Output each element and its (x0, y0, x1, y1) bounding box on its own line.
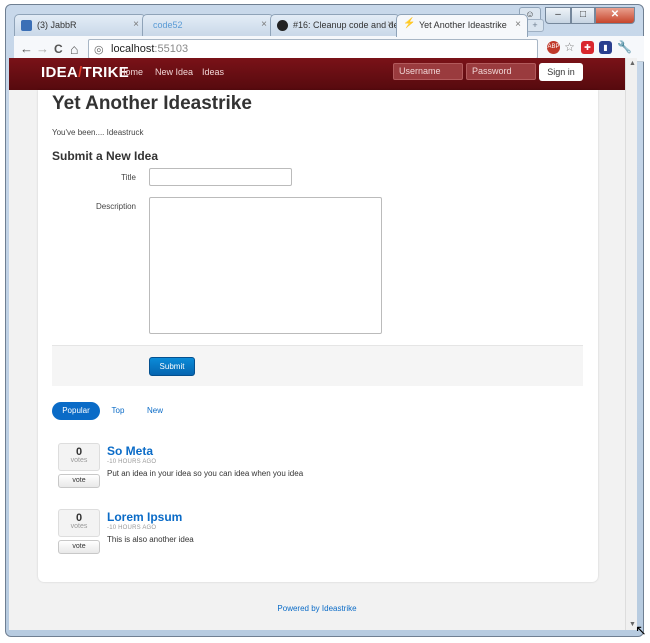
form-heading: Submit a New Idea (52, 149, 159, 163)
page-viewport: IDEA/TRIKE Home New Idea Ideas Username … (9, 58, 625, 630)
tab-jabbr[interactable]: (3) JabbR × (14, 14, 146, 36)
ideastrike-favicon-icon: ⚡ (403, 18, 416, 29)
username-input[interactable]: Username (393, 63, 463, 80)
idea-description: This is also another idea (107, 535, 194, 544)
close-tab-icon[interactable]: × (261, 19, 267, 30)
idea-timestamp: -10 HOURS AGO (107, 459, 157, 465)
address-bar[interactable]: ◎ localhost:55103 (88, 39, 538, 59)
nav-link-home[interactable]: Home (119, 67, 143, 77)
idea-title-link[interactable]: So Meta (107, 444, 153, 458)
site-navbar: IDEA/TRIKE Home New Idea Ideas Username … (9, 58, 625, 90)
footer-link[interactable]: Powered by Ideastrike (9, 604, 625, 613)
vote-button[interactable]: vote (58, 540, 100, 554)
title-input[interactable] (149, 168, 292, 186)
filter-new[interactable]: New (143, 402, 167, 420)
nav-link-ideas[interactable]: Ideas (202, 67, 224, 77)
filter-top[interactable]: Top (108, 402, 128, 420)
tab-ideastrike[interactable]: ⚡ Yet Another Ideastrike × (396, 14, 528, 37)
maximize-button[interactable]: □ (571, 7, 595, 24)
form-actions: Submit (52, 345, 583, 386)
url-port: :55103 (154, 43, 189, 55)
description-textarea[interactable] (149, 197, 382, 334)
tagline: You've been.... Ideastruck (52, 128, 144, 137)
description-label: Description (95, 202, 136, 211)
idea-title-link[interactable]: Lorem Ipsum (107, 510, 182, 524)
vote-count-box: 0 votes (58, 443, 100, 471)
tab-title: Yet Another Ideastrike (419, 20, 507, 30)
tab-code52[interactable]: code52 × (142, 14, 274, 36)
github-favicon-icon (277, 20, 288, 31)
nav-link-new-idea[interactable]: New Idea (155, 67, 193, 77)
url-host: localhost (111, 43, 155, 55)
idea-item: 0 votes vote Lorem Ipsum -10 HOURS AGO T… (58, 509, 558, 569)
vote-count-box: 0 votes (58, 509, 100, 537)
page-scrollbar[interactable]: ▲ ▼ (625, 58, 637, 630)
title-label: Title (121, 173, 136, 182)
vote-button[interactable]: vote (58, 474, 100, 488)
new-tab-button[interactable]: + (526, 19, 544, 32)
mouse-cursor-icon: ↖ (635, 622, 647, 638)
close-tab-icon[interactable]: × (515, 19, 521, 30)
star-icon[interactable]: ☆ (563, 41, 576, 54)
tab-strip: (3) JabbR × code52 × #16: Cleanup code a… (14, 14, 534, 37)
sign-in-button[interactable]: Sign in (539, 63, 583, 81)
browser-window: ☺ – □ ✕ (3) JabbR × code52 × #16: Cleanu… (5, 4, 644, 637)
home-icon[interactable]: ⌂ (70, 41, 78, 57)
page-title: Yet Another Ideastrike (52, 93, 252, 114)
red-ext-icon[interactable]: ✚ (581, 41, 594, 54)
wrench-icon[interactable]: 🔧 (617, 41, 632, 54)
close-tab-icon[interactable]: × (387, 19, 393, 30)
idea-description: Put an idea in your idea so you can idea… (107, 469, 304, 478)
tab-title: code52 (153, 20, 183, 30)
abp-icon[interactable]: ABP (547, 41, 560, 54)
idea-item: 0 votes vote So Meta -10 HOURS AGO Put a… (58, 443, 558, 503)
scroll-up-icon[interactable]: ▲ (629, 60, 636, 67)
tab-title: #16: Cleanup code and dele (293, 20, 400, 30)
idea-timestamp: -10 HOURS AGO (107, 525, 157, 531)
page-info-icon[interactable]: ◎ (94, 43, 104, 56)
minimize-button[interactable]: – (545, 7, 571, 24)
tab-github-issue[interactable]: #16: Cleanup code and dele × (270, 14, 400, 36)
filter-popular[interactable]: Popular (52, 402, 100, 420)
password-input[interactable]: Password (466, 63, 536, 80)
reload-icon[interactable]: C (54, 41, 63, 57)
jabbr-favicon-icon (21, 20, 32, 31)
close-tab-icon[interactable]: × (133, 19, 139, 30)
votes-label: votes (70, 523, 88, 530)
submit-button[interactable]: Submit (149, 357, 195, 376)
blue-ext-icon[interactable]: ▮ (599, 41, 612, 54)
votes-label: votes (70, 457, 88, 464)
close-window-button[interactable]: ✕ (595, 7, 635, 24)
forward-icon[interactable]: → (36, 41, 49, 57)
tab-title: (3) JabbR (37, 20, 77, 30)
main-container: Yet Another Ideastrike You've been.... I… (38, 90, 598, 582)
window-controls: – □ ✕ (545, 7, 635, 24)
brand-logo[interactable]: IDEA/TRIKE (41, 64, 129, 81)
back-icon[interactable]: ← (20, 41, 33, 57)
